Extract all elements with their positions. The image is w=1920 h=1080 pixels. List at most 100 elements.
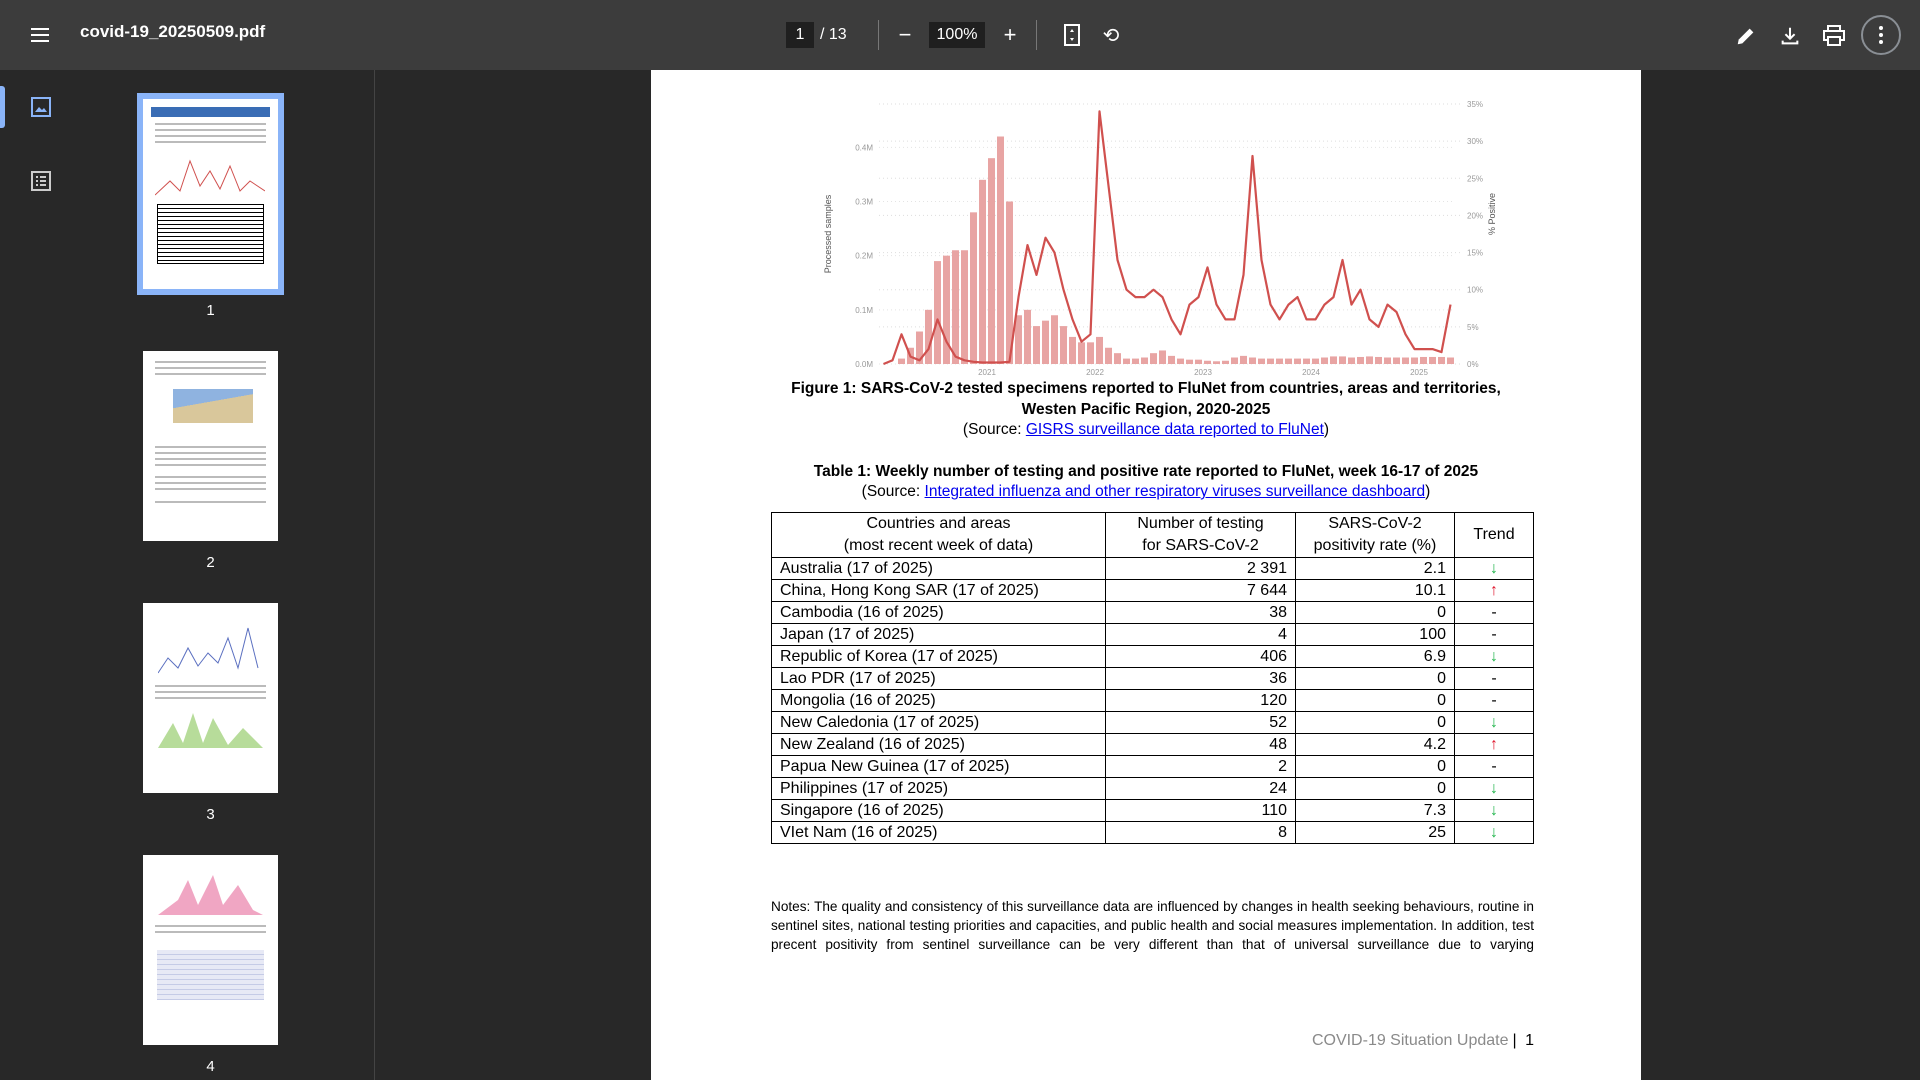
trend-cell: ↓ (1454, 711, 1534, 734)
trend-cell: ↑ (1454, 579, 1534, 602)
table-row: China, Hong Kong SAR (17 of 2025) 7 644 10… (771, 579, 1534, 602)
fit-page-icon[interactable] (1060, 22, 1084, 48)
page-thumbnail-label: 1 (206, 302, 215, 319)
y-tick-label: 0.2M (855, 252, 873, 261)
y2-tick-label: 20% (1467, 211, 1483, 220)
divider (1036, 20, 1037, 50)
country-cell: Republic of Korea (17 of 2025) (771, 645, 1106, 668)
positivity-chart: 0% 5% 10% 15% 20% 25% 30% 35% 0.0M 0.1M 0.2M 0.3M 0.… (823, 100, 1497, 377)
more-options-icon[interactable] (1861, 15, 1901, 55)
processed-samples-bar (1375, 356, 1382, 364)
processed-samples-bar (1321, 357, 1328, 364)
country-cell: Cambodia (16 of 2025) (771, 601, 1106, 624)
thumbnails-view-icon[interactable] (30, 96, 54, 120)
page-footer: COVID-19 Situation Update | 1 (1312, 1032, 1534, 1050)
testing-cell: 24 (1105, 777, 1296, 800)
download-icon[interactable] (1776, 22, 1804, 50)
zoom-out-button[interactable]: − (892, 22, 918, 48)
processed-samples-bar (1096, 336, 1103, 364)
table-row: Singapore (16 of 2025) 110 7.3 ↓ (771, 799, 1534, 822)
page-thumbnail-label: 4 (206, 1058, 215, 1075)
thumbnail-sidebar: 1 2 3 4 (0, 70, 375, 1080)
trend-none: - (1491, 758, 1497, 775)
print-icon[interactable] (1820, 22, 1848, 50)
table-row: Cambodia (16 of 2025) 38 0 - (771, 601, 1534, 624)
x-tick-label: 2024 (1302, 368, 1320, 377)
page-number-input[interactable]: 1 (786, 22, 814, 48)
trend-down-icon: ↓ (1490, 714, 1498, 731)
processed-samples-bar (988, 158, 995, 364)
trend-cell: - (1454, 689, 1534, 712)
page-thumbnail-4[interactable] (143, 855, 278, 1045)
zoom-level-input[interactable]: 100% (929, 22, 985, 48)
processed-samples-bar (1168, 355, 1175, 364)
processed-samples-bar (1312, 358, 1319, 364)
page-thumbnail-3[interactable] (143, 603, 278, 793)
trend-up-icon: ↑ (1490, 582, 1498, 599)
testing-cell: 4 (1105, 623, 1296, 646)
testing-cell: 8 (1105, 821, 1296, 844)
processed-samples-bar (1438, 356, 1445, 364)
processed-samples-bar (1186, 359, 1193, 364)
processed-samples-bar (1384, 357, 1391, 364)
positivity-cell: 10.1 (1295, 579, 1455, 602)
processed-samples-bar (1339, 356, 1346, 364)
testing-cell: 52 (1105, 711, 1296, 734)
testing-cell: 36 (1105, 667, 1296, 690)
table-row: Papua New Guinea (17 of 2025) 2 0 - (771, 755, 1534, 778)
x-tick-label: 2025 (1410, 368, 1428, 377)
zoom-in-button[interactable]: + (997, 22, 1023, 48)
y2-tick-label: 10% (1467, 286, 1483, 295)
processed-samples-bar (1249, 357, 1256, 364)
x-tick-label: 2022 (1086, 368, 1104, 377)
y-tick-label: 0.3M (855, 198, 873, 207)
processed-samples-bar (1177, 358, 1184, 364)
processed-samples-bar (1150, 353, 1157, 364)
header-trend: Trend (1454, 512, 1534, 558)
outline-view-icon[interactable] (30, 170, 54, 194)
trend-down-icon: ↓ (1490, 648, 1498, 665)
processed-samples-bar (1447, 357, 1454, 364)
positivity-cell: 4.2 (1295, 733, 1455, 756)
positivity-cell: 0 (1295, 755, 1455, 778)
positivity-cell: 0 (1295, 601, 1455, 624)
header-positivity: SARS-CoV-2 positivity rate (%) (1295, 512, 1455, 558)
pencil-icon[interactable] (1732, 22, 1760, 50)
processed-samples-bar (1195, 359, 1202, 364)
processed-samples-bar (1078, 342, 1085, 364)
processed-samples-bar (1114, 353, 1121, 364)
menu-icon[interactable] (26, 22, 54, 48)
processed-samples-bar (1213, 361, 1220, 364)
processed-samples-bar (1087, 342, 1094, 364)
rotate-icon[interactable]: ⟲ (1098, 22, 1124, 48)
table-source-link[interactable]: Integrated influenza and other respirato… (925, 483, 1426, 500)
page-thumbnail-2[interactable] (143, 351, 278, 541)
processed-samples-bar (1051, 315, 1058, 364)
trend-down-icon: ↓ (1490, 560, 1498, 577)
document-title: covid-19_20250509.pdf (80, 22, 266, 41)
table-row: Australia (17 of 2025) 2 391 2.1 ↓ (771, 557, 1534, 580)
trend-cell: ↓ (1454, 777, 1534, 800)
figure-source-link[interactable]: GISRS surveillance data reported to FluN… (1026, 421, 1324, 438)
page-thumbnail-1[interactable] (137, 93, 284, 295)
source-suffix: ) (1425, 483, 1431, 500)
positivity-cell: 6.9 (1295, 645, 1455, 668)
page-total: / 13 (820, 26, 847, 43)
x-tick-label: 2021 (978, 368, 996, 377)
table-row: Mongolia (16 of 2025) 120 0 - (771, 689, 1534, 712)
trend-none: - (1491, 670, 1497, 687)
processed-samples-bar (1024, 309, 1031, 364)
y-tick-label: 0.0M (855, 360, 873, 369)
x-tick-label: 2023 (1194, 368, 1212, 377)
processed-samples-bar (1285, 358, 1292, 364)
processed-samples-bar (1258, 358, 1265, 364)
positivity-cell: 0 (1295, 711, 1455, 734)
positivity-cell: 2.1 (1295, 557, 1455, 580)
processed-samples-bar (1159, 350, 1166, 364)
country-cell: New Caledonia (17 of 2025) (771, 711, 1106, 734)
y-axis-label: Processed samples (823, 194, 833, 273)
figure-source: (Source: GISRS surveillance data reporte… (651, 421, 1641, 439)
table-row: Lao PDR (17 of 2025) 36 0 - (771, 667, 1534, 690)
positivity-cell: 25 (1295, 821, 1455, 844)
testing-cell: 406 (1105, 645, 1296, 668)
